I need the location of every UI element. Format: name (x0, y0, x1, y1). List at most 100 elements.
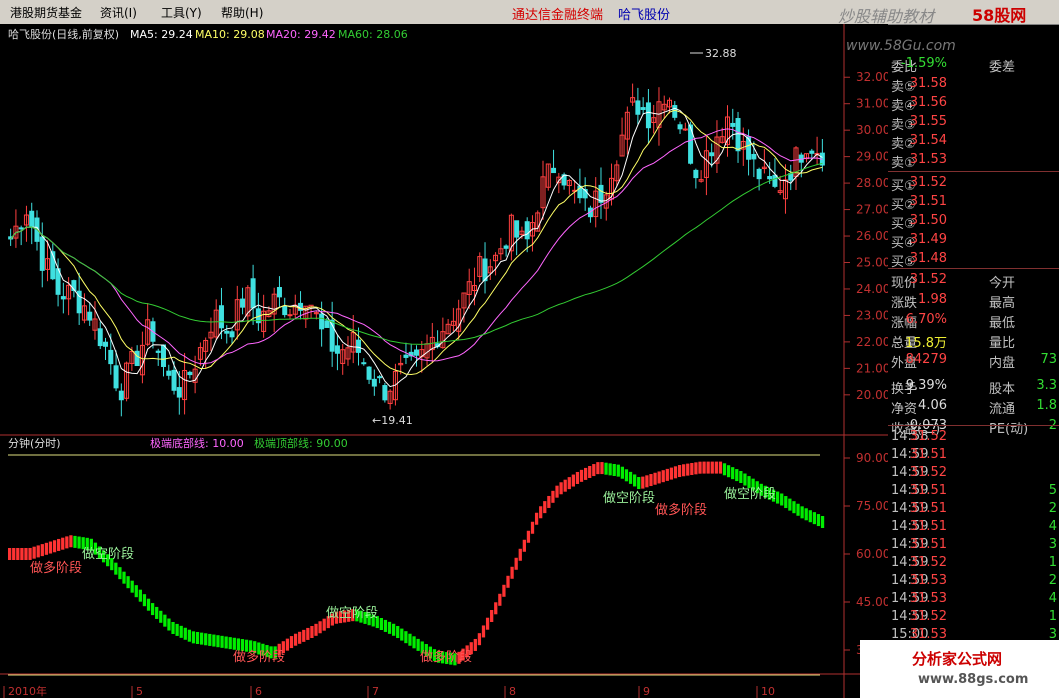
osc-bar (477, 633, 482, 646)
osc-bar (65, 536, 69, 549)
low-marker: ←19.41 (372, 414, 413, 427)
osc-bar (792, 501, 796, 514)
candle-body (640, 107, 646, 110)
osc-bar (657, 471, 661, 484)
osc-bar (796, 503, 800, 516)
osc-bar (387, 621, 392, 634)
osc-bar (616, 464, 620, 477)
candle-body (677, 124, 683, 130)
quote-value: 31.51 (909, 501, 947, 516)
quote-value: 31.53 (909, 152, 947, 167)
osc-bar (40, 544, 44, 557)
price-tick: 32.00 (856, 70, 890, 84)
osc-bar (571, 474, 575, 487)
osc-bar (228, 637, 232, 650)
quote-value2: 5 (1048, 483, 1057, 498)
candle-body (187, 371, 193, 376)
osc-bar (588, 465, 592, 478)
quote-value: 31.54 (909, 133, 947, 148)
quote-row: 换手 9.39% 股本 3.3 (888, 377, 1059, 397)
quote-value: 31.51 (909, 483, 947, 498)
osc-bar (816, 514, 821, 527)
quote-label2: 内盘 (989, 356, 1016, 371)
osc-bar (592, 464, 596, 477)
osc-bar (518, 548, 522, 561)
menu-tools[interactable]: 工具(Y) (161, 4, 202, 21)
candle-body (224, 330, 230, 334)
menu-help[interactable]: 帮助(H) (221, 4, 263, 21)
date-tick: 7 (372, 685, 379, 698)
osc-bar (547, 495, 551, 508)
quote-label2: 委差 (989, 60, 1016, 75)
osc-bar (567, 477, 571, 490)
osc-bar (183, 627, 187, 640)
quote-value2: 4 (1048, 591, 1057, 606)
osc-bar (32, 546, 36, 559)
price-tick: 22.00 (856, 335, 890, 349)
quote-value: 31.52 (909, 609, 947, 624)
osc-bar (669, 467, 674, 480)
candle-body (60, 296, 66, 300)
menu-hk-futures[interactable]: 港股期货基金 (10, 4, 82, 21)
osc-bar (36, 545, 40, 558)
osc-bar (126, 576, 130, 589)
stock-title: 哈飞股份 (618, 8, 671, 23)
osc-bar (77, 536, 81, 549)
osc-bar (187, 629, 192, 642)
menu-bar: 港股期货基金 资讯(I) 工具(Y) 帮助(H) 通达信金融终端 哈飞股份 炒股… (0, 0, 1059, 26)
osc-bar (285, 638, 290, 651)
candle-body (809, 150, 815, 154)
osc-bar (563, 479, 567, 492)
quote-row: 14:59 31.52 1 (888, 554, 1059, 572)
osc-bar (494, 602, 498, 615)
candle-body (772, 174, 778, 187)
quote-row: 总量 15.8万 量比 (888, 331, 1059, 351)
osc-bar (514, 557, 518, 570)
osc-bar (628, 471, 633, 484)
osc-bar (163, 614, 167, 627)
osc-bar (73, 535, 77, 548)
menu-info[interactable]: 资讯(I) (100, 4, 137, 21)
candle-body (382, 385, 388, 401)
osc-bar (731, 467, 735, 480)
osc-bar (167, 618, 171, 631)
osc-bar (481, 625, 486, 638)
osc-bar (199, 632, 204, 645)
price-tick: 26.00 (856, 229, 890, 243)
quote-value: 31.48 (909, 251, 947, 266)
quote-row: 卖③ 31.55 (888, 113, 1059, 133)
osc-bar (624, 469, 629, 482)
osc-bar (155, 606, 159, 619)
osc-bar (159, 610, 163, 623)
candle-body (97, 328, 103, 347)
osc-bar (718, 461, 723, 474)
watermark-site: 58股网 (972, 6, 1027, 25)
quote-value: 31.53 (909, 591, 947, 606)
source-badge: 分析家公式网 www.88gs.com (860, 640, 1059, 698)
quote-row: 买③ 31.50 (888, 212, 1059, 232)
watermark-url: www.58Gu.com (846, 38, 956, 54)
osc-bar (808, 510, 812, 523)
candle-body (176, 387, 182, 398)
osc-bar (661, 470, 665, 483)
quote-label2: 最高 (989, 296, 1016, 311)
quote-value: 31.50 (909, 213, 947, 228)
osc-bar (473, 638, 477, 651)
quote-label2: 股本 (989, 382, 1016, 397)
quote-value2: 3 (1048, 537, 1057, 552)
osc-bar (575, 471, 580, 484)
quote-value2: 1 (1048, 609, 1057, 624)
osc-bar (490, 610, 494, 623)
candle-body (134, 350, 140, 367)
osc-bar (641, 476, 645, 489)
candle-body (693, 169, 699, 179)
osc-bar (28, 547, 32, 560)
quote-value: 31.58 (909, 76, 947, 91)
osc-bar (600, 462, 604, 475)
osc-bar (604, 462, 608, 475)
app-title: 通达信金融终端 (512, 8, 604, 23)
osc-bar (714, 461, 718, 474)
osc-bar (216, 635, 220, 648)
quote-value: 1.98 (918, 292, 947, 307)
candle-body (767, 176, 773, 180)
